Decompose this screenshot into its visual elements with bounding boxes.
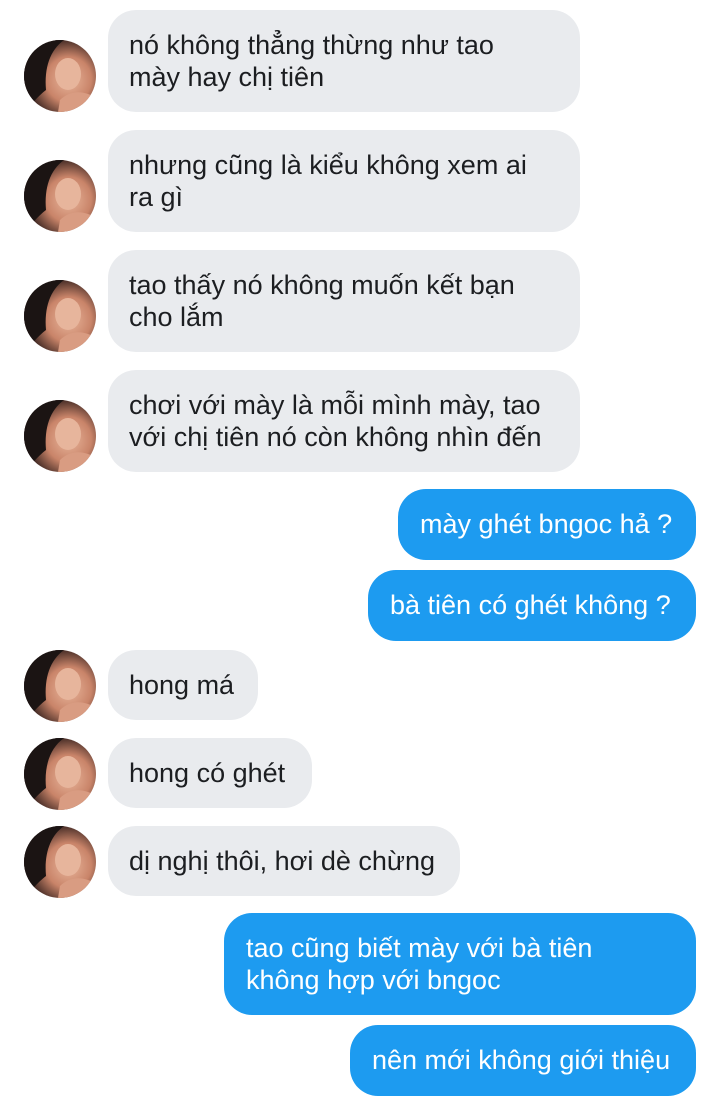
message-bubble-sent: mày ghét bngoc hả ? [398,489,696,560]
message-bubble-received: nhưng cũng là kiểu không xem ai ra gì [108,130,580,232]
message-bubble-sent: tao cũng biết mày với bà tiên không hợp … [224,913,696,1015]
contact-avatar[interactable] [24,650,96,722]
message-bubble-received: chơi với mày là mỗi mình mày, tao với ch… [108,370,580,472]
contact-avatar[interactable] [24,40,96,112]
contact-avatar[interactable] [24,400,96,472]
contact-avatar[interactable] [24,280,96,352]
message-bubble-received: hong có ghét [108,738,312,808]
message-bubble-received: nó không thẳng thừng như tao mày hay chị… [108,10,580,112]
message-bubble-sent: nên mới không giới thiệu [350,1025,696,1096]
message-bubble-sent: bà tiên có ghét không ? [368,570,696,641]
message-bubble-received: dị nghị thôi, hơi dè chừng [108,826,460,896]
message-bubble-received: hong má [108,650,258,720]
contact-avatar[interactable] [24,738,96,810]
contact-avatar[interactable] [24,160,96,232]
message-bubble-received: tao thấy nó không muốn kết bạn cho lắm [108,250,580,352]
contact-avatar[interactable] [24,826,96,898]
